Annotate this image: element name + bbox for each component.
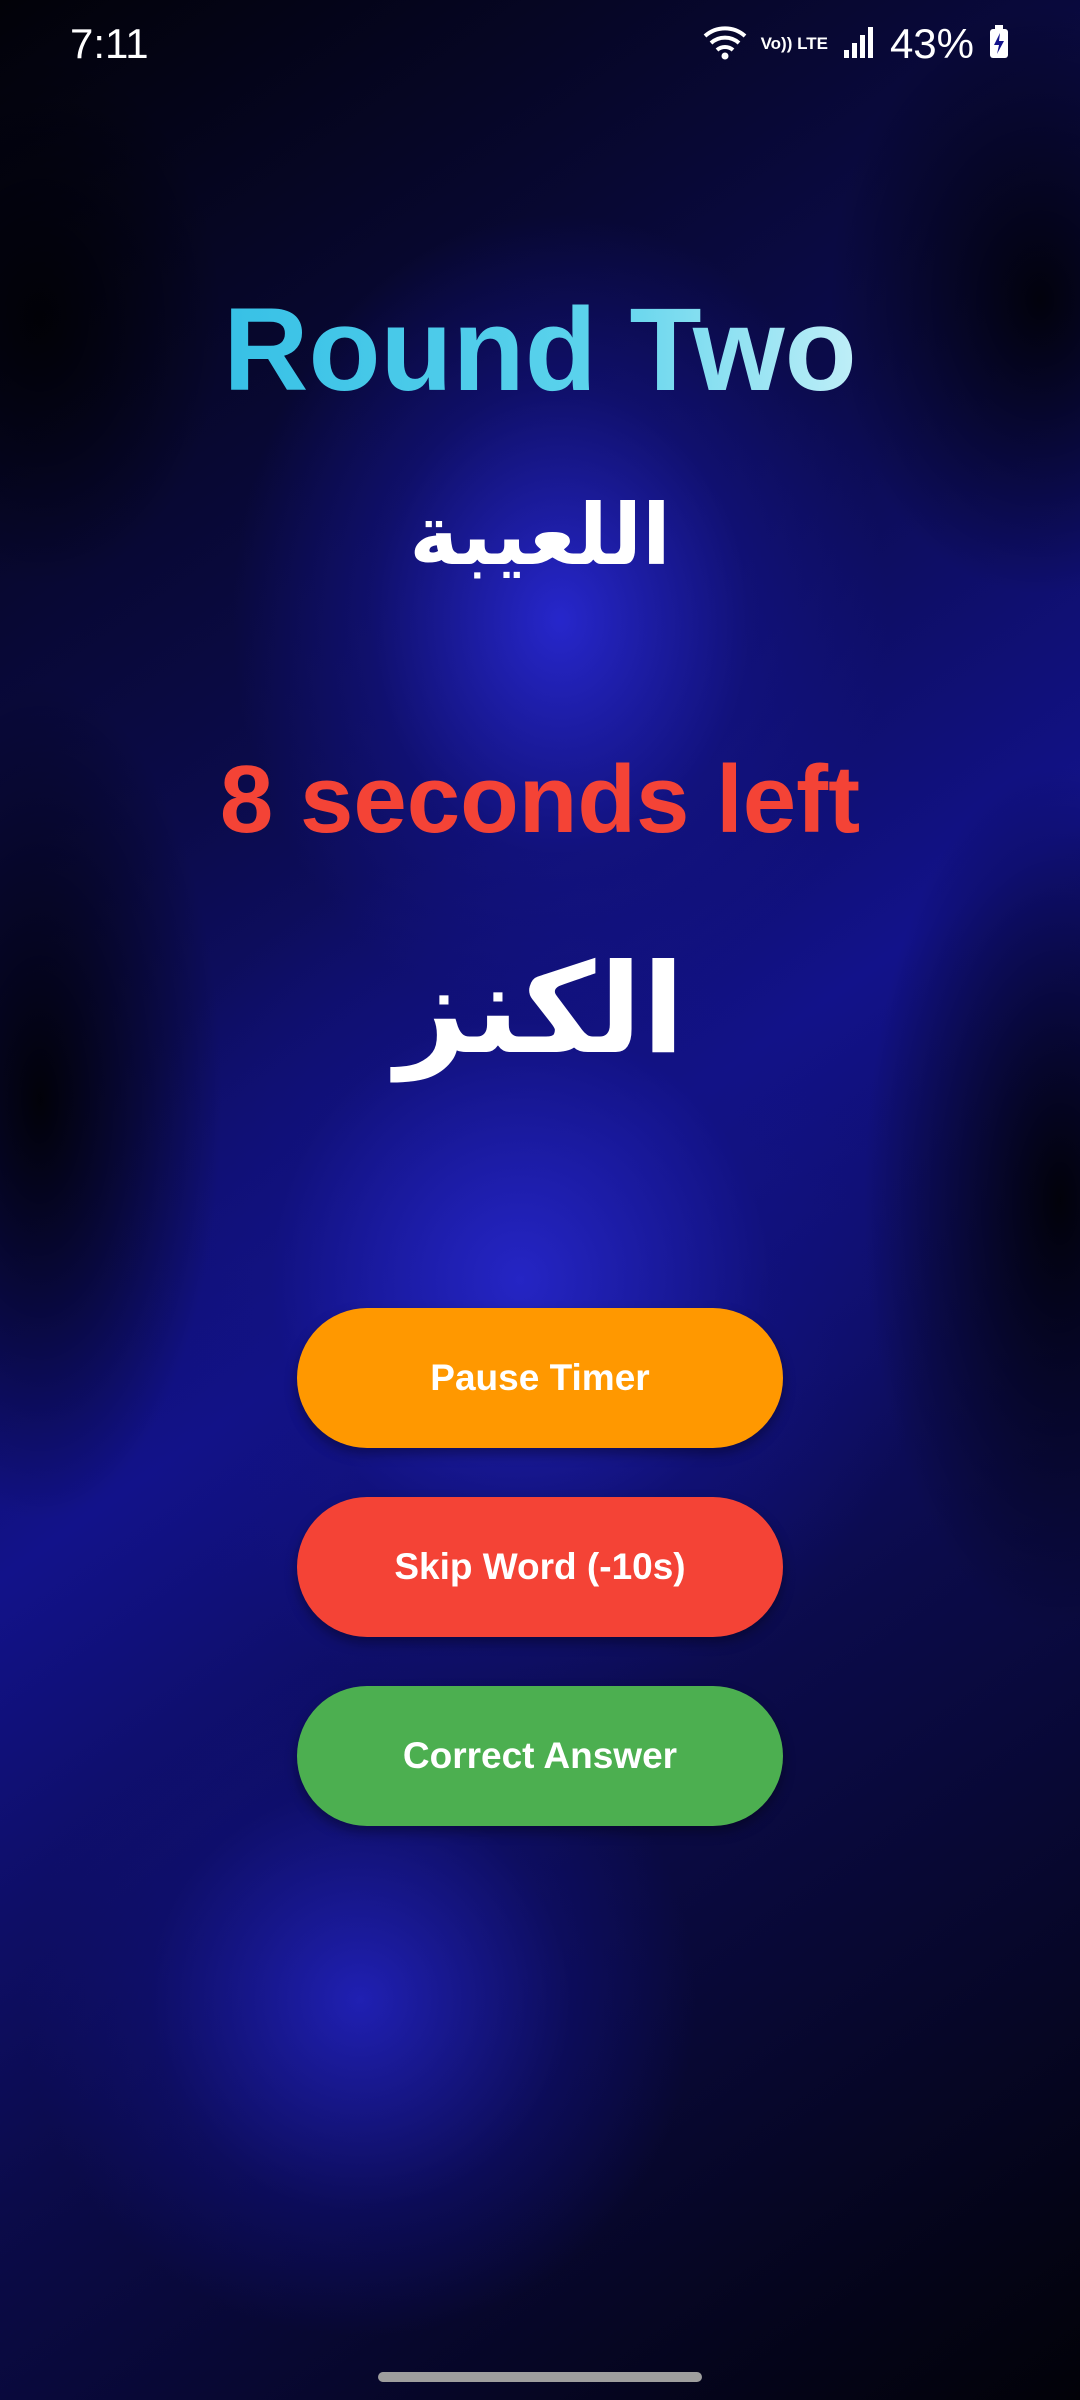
battery-charging-icon — [988, 24, 1010, 65]
pause-timer-button[interactable]: Pause Timer — [297, 1308, 783, 1448]
category-label: اللعيبة — [409, 486, 671, 584]
skip-word-button[interactable]: Skip Word (-10s) — [297, 1497, 783, 1637]
timer-text: 8 seconds left — [219, 746, 861, 853]
round-title: Round Two — [0, 280, 1080, 420]
wifi-icon — [703, 22, 747, 67]
gesture-nav-handle[interactable] — [378, 2372, 702, 2382]
signal-icon — [842, 24, 876, 65]
network-type-label: Vo)) LTE — [760, 34, 828, 53]
status-bar: 7:11 Vo)) LTE 43% — [0, 0, 1080, 90]
status-icons: Vo)) LTE 43% — [689, 18, 1010, 70]
status-time: 7:11 — [70, 20, 149, 67]
battery-percent: 43% — [889, 20, 974, 67]
current-word: الكنز — [395, 938, 685, 1082]
correct-answer-button[interactable]: Correct Answer — [297, 1686, 783, 1826]
